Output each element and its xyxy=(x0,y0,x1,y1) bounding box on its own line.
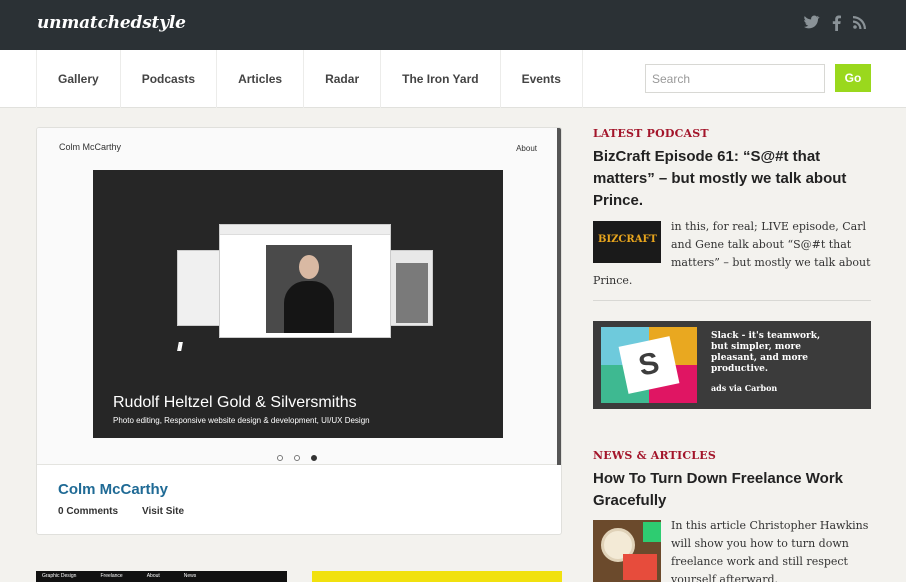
search-input[interactable] xyxy=(645,64,825,93)
podcast-excerpt: BIZCRAFT in this, for real; LIVE episode… xyxy=(593,218,871,290)
carbon-ad[interactable]: S Slack - it's teamwork, but simpler, mo… xyxy=(593,321,871,409)
screenshot-subtitle: Photo editing, Responsive website design… xyxy=(113,416,370,425)
news-title[interactable]: How To Turn Down Freelance Work Graceful… xyxy=(593,468,871,512)
podcast-thumbnail-label: BIZCRAFT xyxy=(598,234,657,245)
screenshot-hero: /// Rudolf Heltzel Gold & Silversmiths P… xyxy=(93,170,503,438)
rss-icon[interactable] xyxy=(853,15,866,37)
featured-meta: 0 Comments Visit Site xyxy=(58,506,184,517)
next-card-label: News xyxy=(183,573,197,579)
screenshot-site-name: Colm McCarthy xyxy=(59,142,122,152)
visit-site-link[interactable]: Visit Site xyxy=(142,506,184,517)
mockup-toolbar xyxy=(220,225,390,235)
next-gallery-card-right[interactable] xyxy=(312,571,562,582)
carousel-dot-1[interactable] xyxy=(277,455,283,461)
portrait-image xyxy=(266,245,352,333)
facebook-icon[interactable] xyxy=(832,15,841,37)
screenshot-scrollbar xyxy=(557,128,561,465)
next-card-label: Graphic Design xyxy=(42,573,77,579)
nav-item-events[interactable]: Events xyxy=(499,50,583,108)
brand-mark-icon: /// xyxy=(177,340,183,354)
ad-text[interactable]: Slack - it's teamwork, but simpler, more… xyxy=(711,331,821,375)
mockup-browser-right xyxy=(389,250,433,326)
nav-item-the-iron-yard[interactable]: The Iron Yard xyxy=(380,50,499,108)
podcast-title[interactable]: BizCraft Episode 61: “S@#t that matters”… xyxy=(593,146,871,212)
featured-screenshot[interactable]: Colm McCarthy About /// Rudolf Heltzel G… xyxy=(37,128,561,465)
featured-title[interactable]: Colm McCarthy xyxy=(58,481,168,498)
latest-podcast-section: LATEST PODCAST BizCraft Episode 61: “S@#… xyxy=(593,127,871,301)
top-bar: unmatchedstyle xyxy=(0,0,906,50)
nav-item-articles[interactable]: Articles xyxy=(216,50,303,108)
main-nav: Gallery Podcasts Articles Radar The Iron… xyxy=(36,50,583,108)
divider xyxy=(593,300,871,301)
comments-link[interactable]: 0 Comments xyxy=(58,506,118,517)
news-excerpt: In this article Christopher Hawkins will… xyxy=(593,517,871,582)
twitter-icon[interactable] xyxy=(804,15,820,37)
slack-logo-icon: S xyxy=(601,327,697,403)
main-nav-bar: Gallery Podcasts Articles Radar The Iron… xyxy=(0,50,906,108)
news-thumbnail[interactable] xyxy=(593,520,661,582)
news-kicker: NEWS & ARTICLES xyxy=(593,449,716,462)
portrait-image xyxy=(396,263,428,323)
site-logo[interactable]: unmatchedstyle xyxy=(37,13,186,33)
news-articles-section: NEWS & ARTICLES How To Turn Down Freelan… xyxy=(593,449,871,582)
nav-item-gallery[interactable]: Gallery xyxy=(36,50,120,108)
social-links xyxy=(804,15,866,37)
next-card-label: Freelance xyxy=(100,573,123,579)
next-gallery-card-left[interactable]: Graphic Design Freelance About News xyxy=(36,571,287,582)
carousel-dot-3[interactable] xyxy=(311,455,317,461)
featured-gallery-card: Colm McCarthy About /// Rudolf Heltzel G… xyxy=(36,127,562,535)
screenshot-title: Rudolf Heltzel Gold & Silversmiths xyxy=(113,394,357,411)
screenshot-about-link: About xyxy=(516,144,537,153)
search-go-button[interactable]: Go xyxy=(835,64,871,92)
carousel-dot-2[interactable] xyxy=(294,455,300,461)
nav-item-radar[interactable]: Radar xyxy=(303,50,380,108)
ad-via-link[interactable]: ads via Carbon xyxy=(711,383,777,393)
carousel-dots xyxy=(277,455,317,461)
podcast-thumbnail[interactable]: BIZCRAFT xyxy=(593,221,661,263)
next-card-nav: Graphic Design Freelance About News xyxy=(42,573,196,579)
nav-item-podcasts[interactable]: Podcasts xyxy=(119,50,216,108)
mockup-browser-center xyxy=(219,224,391,338)
podcast-kicker: LATEST PODCAST xyxy=(593,127,709,140)
news-body: In this article Christopher Hawkins will… xyxy=(671,519,869,582)
next-card-label: About xyxy=(146,573,160,579)
